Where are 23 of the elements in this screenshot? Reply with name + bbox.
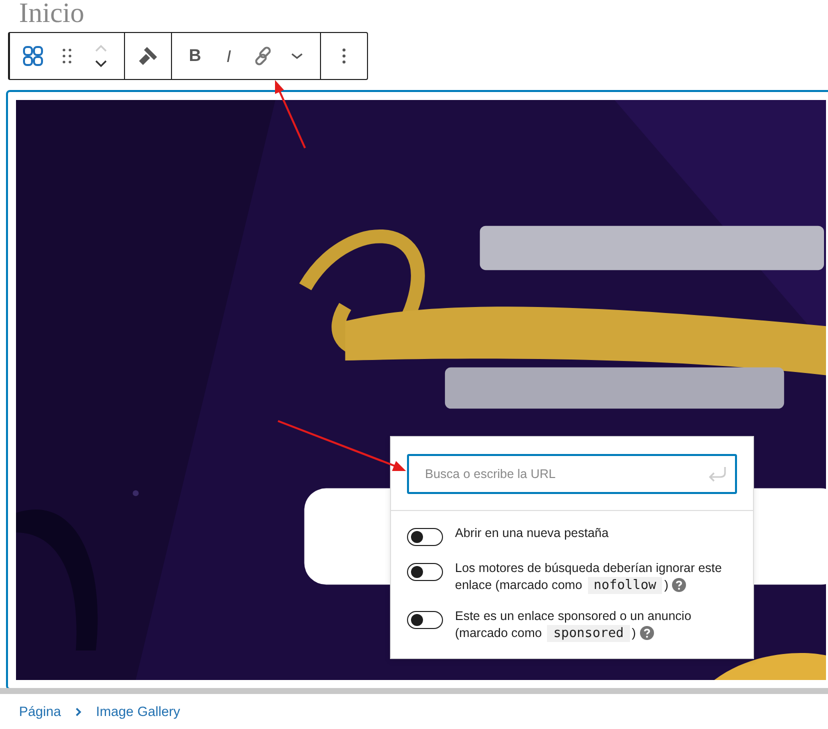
annotation-arrow xyxy=(275,80,306,148)
breadcrumb-link[interactable]: Página xyxy=(19,704,62,719)
toggle-switch[interactable] xyxy=(407,563,443,581)
option-label: Abrir en una nueva pestaña xyxy=(455,525,610,542)
toggle-switch[interactable] xyxy=(407,611,443,629)
page-title: Inicio xyxy=(19,0,84,29)
help-icon[interactable] xyxy=(672,578,686,592)
url-search-field[interactable]: Busca o escribe la URL xyxy=(407,454,737,494)
brush-icon xyxy=(137,45,159,67)
enter-icon xyxy=(707,465,727,483)
option-label: Los motores de búsqueda deberían ignorar este enlace (marcado como nofollow ) xyxy=(455,560,723,594)
italic-button[interactable]: I xyxy=(212,33,246,79)
chevron-right-icon xyxy=(75,706,82,716)
toggle-switch[interactable] xyxy=(407,528,443,546)
more-options-icon xyxy=(342,48,346,64)
block-type-icon xyxy=(22,45,44,67)
help-icon[interactable] xyxy=(640,626,654,640)
option-label: Este es un enlace sponsored o un anuncio (marcado como sponsored ) xyxy=(455,608,692,642)
chevron-down-icon xyxy=(290,51,304,61)
bold-button[interactable]: B xyxy=(178,33,212,79)
link-icon xyxy=(253,46,273,66)
breadcrumb-link[interactable]: Image Gallery xyxy=(96,704,180,719)
drag-handle-icon xyxy=(62,48,72,64)
